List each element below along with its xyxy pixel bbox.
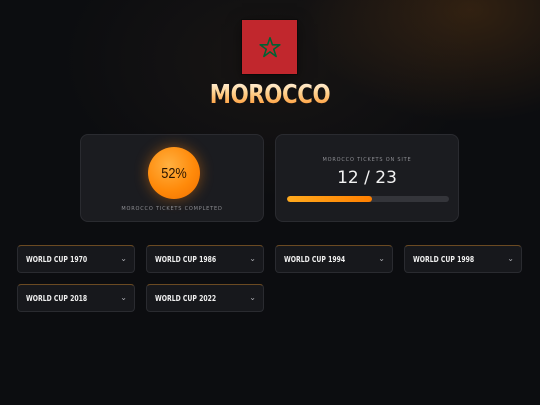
dropdown-world-cup-2022[interactable]: WORLD CUP 2022 ⌄ [146, 284, 264, 312]
chevron-down-icon: ⌄ [120, 293, 127, 302]
completed-percent: 52% [161, 164, 187, 182]
dropdown-world-cup-1970[interactable]: WORLD CUP 1970 ⌄ [17, 245, 135, 273]
on-site-caption: MOROCCO TICKETS ON SITE [322, 157, 412, 163]
completed-caption: MOROCCO TICKETS COMPLETED [121, 206, 223, 212]
dropdown-label: WORLD CUP 1998 [413, 254, 475, 264]
dropdown-label: WORLD CUP 1970 [26, 254, 88, 264]
dropdown-label: WORLD CUP 1986 [155, 254, 217, 264]
dropdown-label: WORLD CUP 1994 [284, 254, 346, 264]
dropdown-world-cup-1998[interactable]: WORLD CUP 1998 ⌄ [404, 245, 522, 273]
chevron-down-icon: ⌄ [120, 254, 127, 263]
dropdown-label: WORLD CUP 2018 [26, 293, 88, 303]
morocco-flag [242, 20, 297, 74]
tickets-on-site-card: MOROCCO TICKETS ON SITE 12 / 23 [275, 134, 459, 222]
country-title: MOROCCO [49, 80, 492, 110]
dropdown-label: WORLD CUP 2022 [155, 293, 217, 303]
dropdown-world-cup-1994[interactable]: WORLD CUP 1994 ⌄ [275, 245, 393, 273]
chevron-down-icon: ⌄ [507, 254, 514, 263]
chevron-down-icon: ⌄ [378, 254, 385, 263]
dropdown-world-cup-2018[interactable]: WORLD CUP 2018 ⌄ [17, 284, 135, 312]
tickets-completed-card: 52% MOROCCO TICKETS COMPLETED [80, 134, 264, 222]
chevron-down-icon: ⌄ [249, 254, 256, 263]
completed-percent-badge: 52% [148, 147, 200, 199]
on-site-progress-bar [287, 196, 449, 202]
star-icon [258, 36, 281, 58]
chevron-down-icon: ⌄ [249, 293, 256, 302]
on-site-count: 12 / 23 [337, 168, 397, 188]
on-site-progress-fill [287, 196, 372, 202]
dropdown-world-cup-1986[interactable]: WORLD CUP 1986 ⌄ [146, 245, 264, 273]
